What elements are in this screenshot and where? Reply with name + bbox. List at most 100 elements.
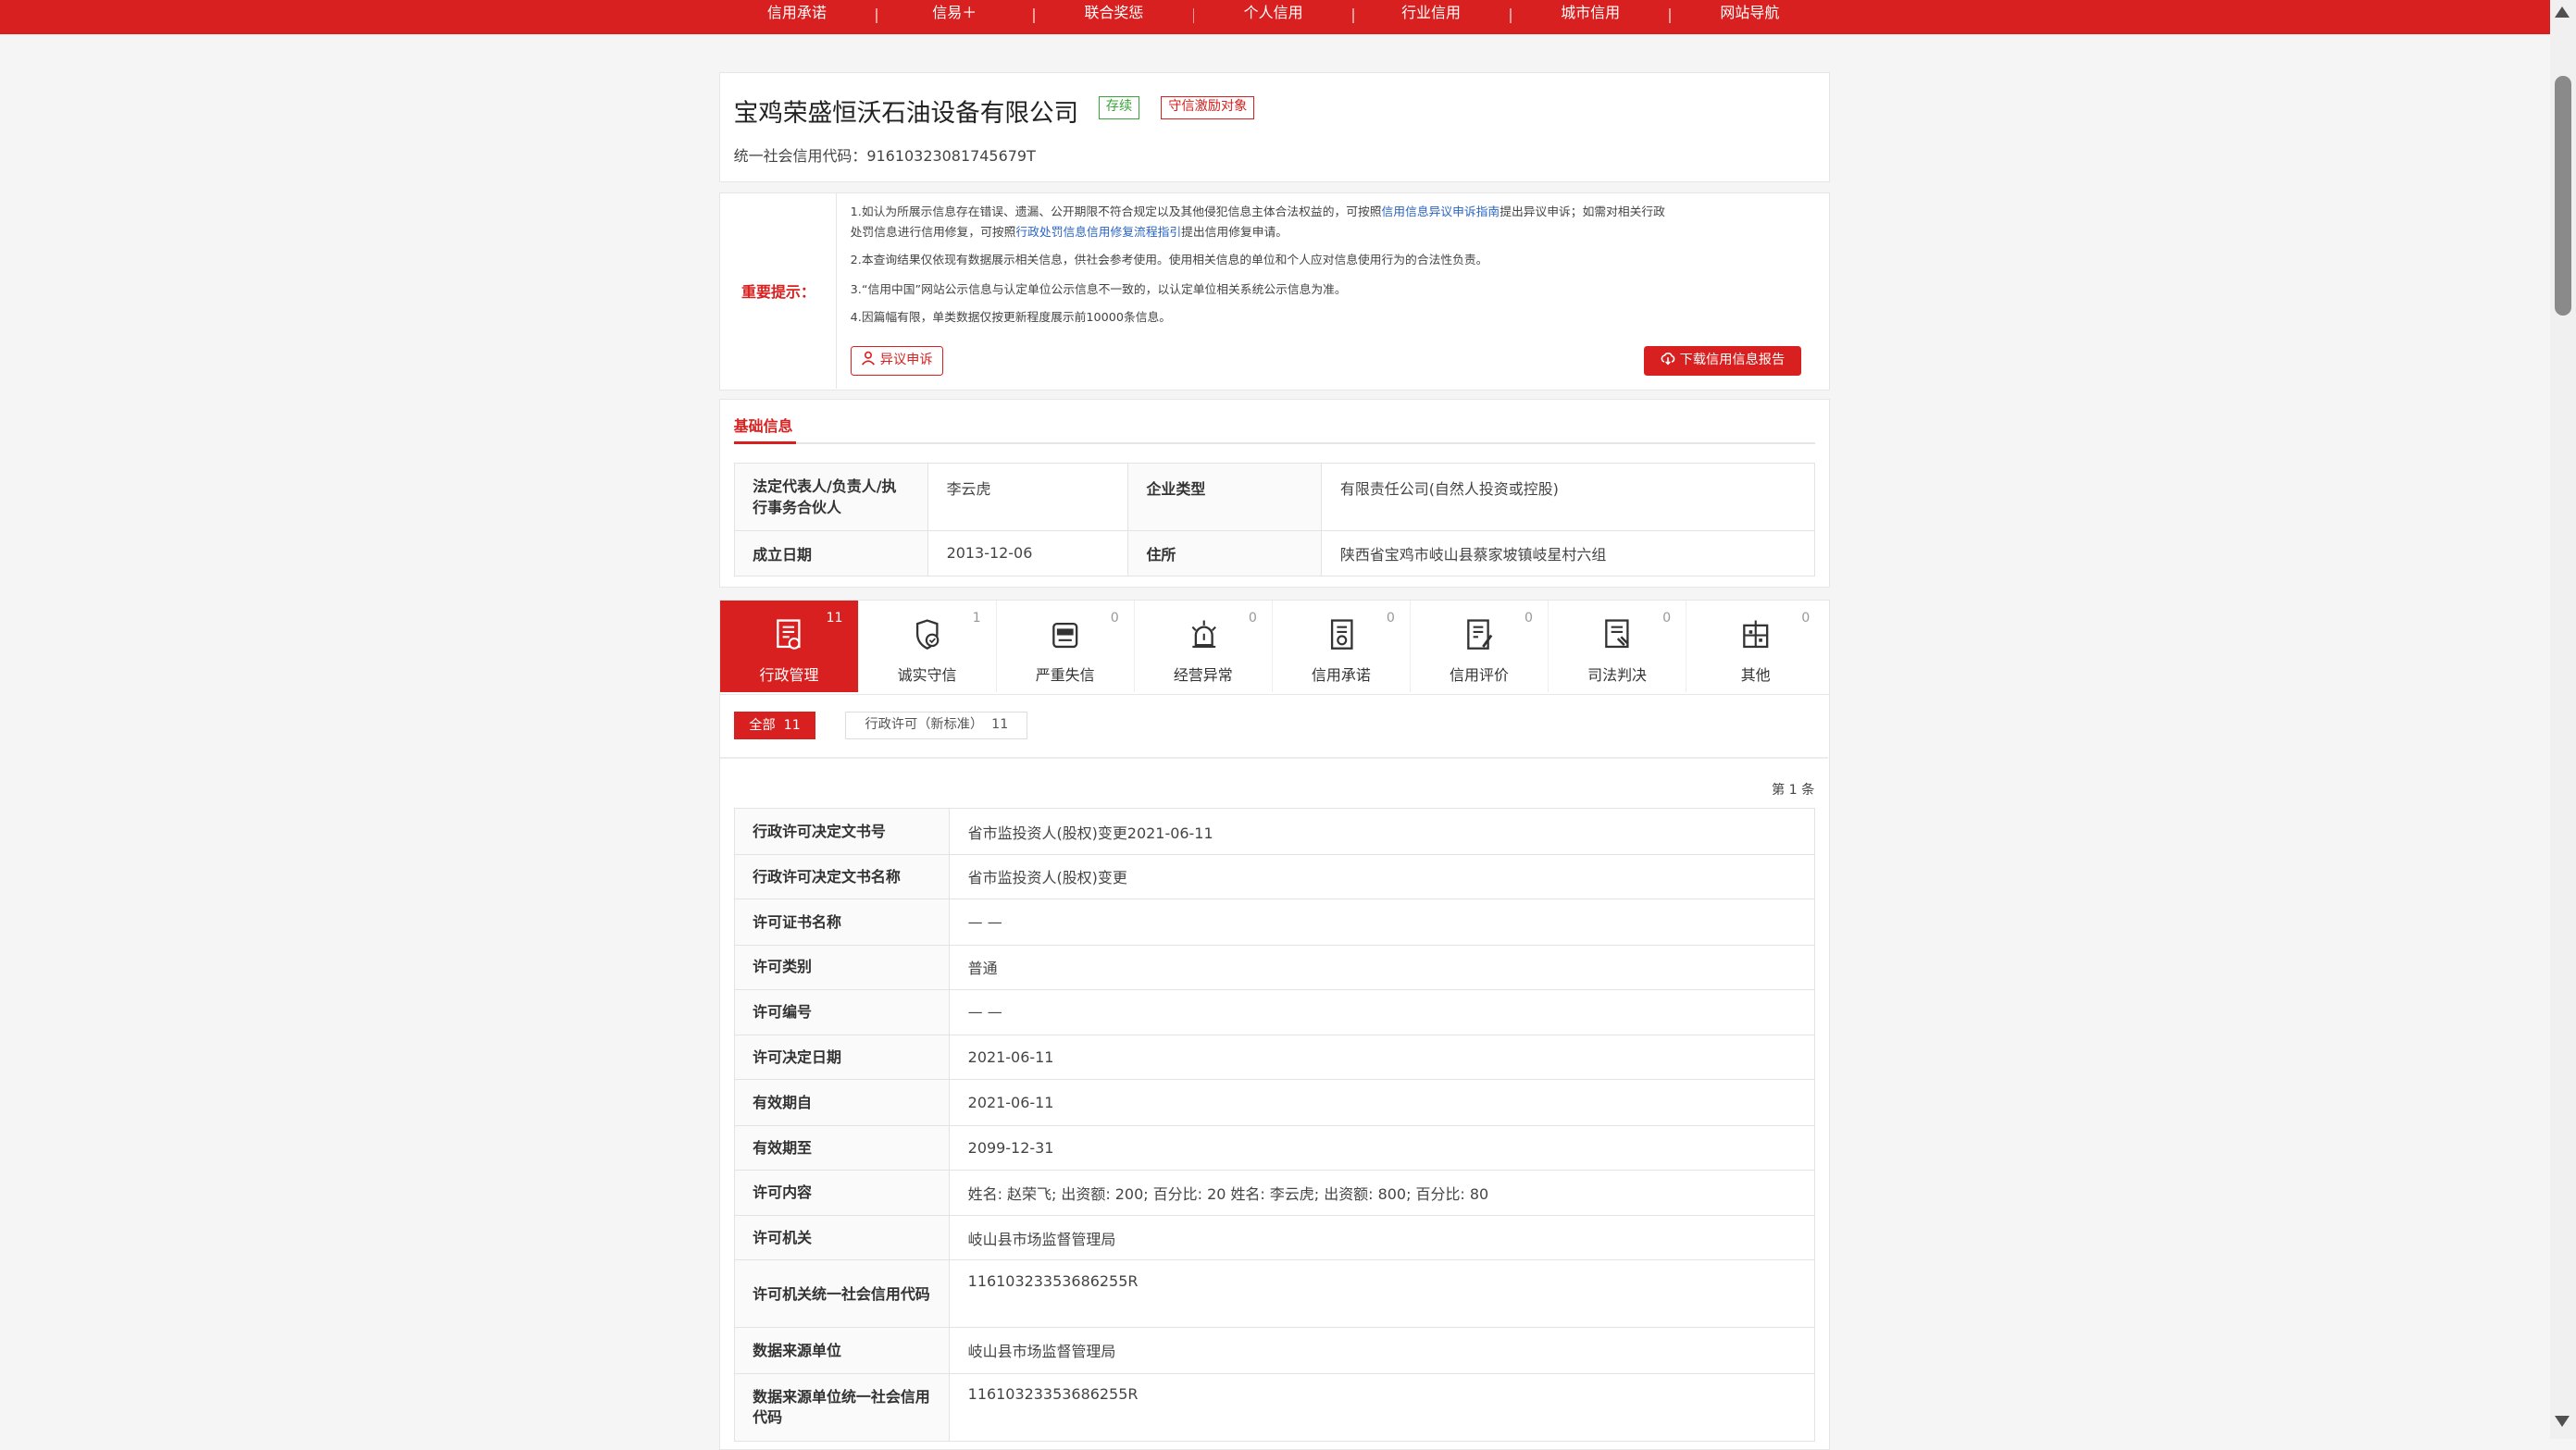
company-header: 宝鸡荣盛恒沃石油设备有限公司 存续 守信激励对象 统一社会信用代码：916103… xyxy=(719,72,1831,183)
enterprise-type-value: 有限责任公司(自然人投资或控股) xyxy=(1321,462,1815,531)
record-value: 11610323353686255R xyxy=(949,1372,1815,1442)
tab-label: 严重失信 xyxy=(1035,666,1095,685)
nav-separator xyxy=(876,7,877,23)
top-nav: 信用承诺 信易＋ 联合奖惩 个人信用 行业信用 城市信用 网站导航 xyxy=(0,0,2550,35)
tab-serious-dishonesty[interactable]: 0 严重失信 xyxy=(997,600,1135,693)
tab-count: 1 xyxy=(972,610,981,626)
table-row: 许可编号 — — xyxy=(733,988,1815,1036)
tab-label: 司法判决 xyxy=(1587,666,1648,685)
tab-label: 经营异常 xyxy=(1173,666,1233,685)
tab-label: 信用评价 xyxy=(1450,666,1509,685)
dispute-button[interactable]: 异议申诉 xyxy=(850,345,944,376)
record-value: 岐山县市场监督管理局 xyxy=(949,1215,1815,1261)
nav-item-city-credit[interactable]: 城市信用 xyxy=(1561,0,1620,34)
user-appeal-icon xyxy=(862,351,876,366)
table-row: 行政许可决定文书名称 省市监投资人(股权)变更 xyxy=(733,853,1815,899)
record-value: 姓名: 赵荣飞; 出资额: 200; 百分比: 20 姓名: 李云虎; 出资额:… xyxy=(949,1169,1815,1217)
nav-separator xyxy=(1669,7,1672,23)
basic-info-panel: 基础信息 法定代表人/负责人/执行事务合伙人 李云虎 企业类型 有限责任公司(自… xyxy=(719,399,1831,589)
notice-line-3: 2.本查询结果仅依现有数据展示相关信息，供社会参考使用。使用相关信息的单位和个人… xyxy=(850,253,1488,267)
scroll-up-arrow-icon[interactable] xyxy=(2555,6,2570,19)
tab-credit-promise[interactable]: 0 信用承诺 xyxy=(1273,600,1411,693)
record-key: 数据来源单位 xyxy=(733,1327,951,1374)
filter-license-count: 11 xyxy=(991,716,1009,732)
founded-date-value: 2013-12-06 xyxy=(927,529,1128,577)
nav-item-joint-rewards[interactable]: 联合奖惩 xyxy=(1084,0,1143,34)
tab-count: 0 xyxy=(1386,610,1395,626)
record-key: 有效期自 xyxy=(733,1079,951,1126)
scrollbar-thumb[interactable] xyxy=(2555,75,2571,316)
status-badge: 存续 xyxy=(1098,95,1140,119)
other-icon xyxy=(1743,620,1769,648)
tab-credit-evaluation[interactable]: 0 信用评价 xyxy=(1411,600,1549,693)
tab-business-abnormal[interactable]: 0 经营异常 xyxy=(1135,600,1273,693)
record-value: — — xyxy=(949,988,1815,1036)
notice-label: 重要提示： xyxy=(720,192,838,389)
filter-all[interactable]: 全部 11 xyxy=(733,711,816,739)
enterprise-type-label: 企业类型 xyxy=(1126,462,1323,531)
download-button-label: 下载信用信息报告 xyxy=(1679,352,1786,367)
nav-separator xyxy=(1351,7,1354,23)
nav-item-credit-promise[interactable]: 信用承诺 xyxy=(767,0,827,34)
record-key: 许可机关统一社会信用代码 xyxy=(733,1259,951,1329)
record-key: 许可编号 xyxy=(733,988,951,1036)
tab-label: 行政管理 xyxy=(759,666,819,685)
admin-document-icon xyxy=(777,619,801,650)
tab-admin-management[interactable]: 11 行政管理 xyxy=(720,600,859,693)
table-row: 成立日期 2013-12-06 住所 陕西省宝鸡市岐山县蔡家坡镇岐星村六组 xyxy=(733,529,1815,577)
record-key: 行政许可决定文书名称 xyxy=(733,853,951,899)
tab-judicial-judgment[interactable]: 0 司法判决 xyxy=(1549,600,1687,693)
table-row: 许可决定日期 2021-06-11 xyxy=(733,1035,1815,1081)
tab-other[interactable]: 0 其他 xyxy=(1686,601,1824,692)
record-value: — — xyxy=(949,898,1815,946)
record-key: 数据来源单位统一社会信用代码 xyxy=(733,1372,951,1442)
nav-separator xyxy=(1510,7,1512,23)
record-key: 许可机关 xyxy=(733,1215,951,1261)
download-report-button[interactable]: 下载信用信息报告 xyxy=(1643,345,1802,376)
nav-item-xinyi[interactable]: 信易＋ xyxy=(932,0,977,34)
legal-rep-label-text: 法定代表人/负责人/执行事务合伙人 xyxy=(753,477,897,516)
credit-repair-guide-link[interactable]: 行政处罚信息信用修复流程指引 xyxy=(1015,226,1181,240)
record-value: 2099-12-31 xyxy=(949,1124,1815,1171)
notice-text: 提出信用修复申请。 xyxy=(1181,225,1288,240)
tab-label: 诚实守信 xyxy=(897,666,957,685)
credit-code-label: 统一社会信用代码： xyxy=(733,147,867,166)
table-row: 许可机关 岐山县市场监督管理局 xyxy=(733,1215,1815,1261)
tab-count: 0 xyxy=(1801,610,1811,626)
record-value: 2021-06-11 xyxy=(949,1079,1815,1126)
record-value: 普通 xyxy=(949,944,1815,990)
filter-admin-license[interactable]: 行政许可（新标准） 11 xyxy=(845,711,1028,739)
founded-date-label: 成立日期 xyxy=(733,529,929,577)
record-value: 2021-06-11 xyxy=(949,1035,1815,1081)
notice-line-5: 4.因篇幅有限，单类数据仅按更新程度展示前10000条信息。 xyxy=(850,310,1172,325)
record-value: 省市监投资人(股权)变更 xyxy=(949,853,1815,899)
nav-item-industry-credit[interactable]: 行业信用 xyxy=(1401,0,1461,34)
basic-info-table: 法定代表人/负责人/执行事务合伙人 李云虎 企业类型 有限责任公司(自然人投资或… xyxy=(733,462,1815,577)
nav-separator xyxy=(1192,7,1195,23)
table-row: 有效期自 2021-06-11 xyxy=(733,1079,1815,1126)
nav-item-personal-credit[interactable]: 个人信用 xyxy=(1244,0,1303,34)
record-key: 许可内容 xyxy=(733,1169,951,1217)
address-label: 住所 xyxy=(1126,529,1323,577)
table-row: 法定代表人/负责人/执行事务合伙人 李云虎 企业类型 有限责任公司(自然人投资或… xyxy=(733,462,1815,531)
record-key: 有效期至 xyxy=(733,1124,951,1171)
download-cloud-icon xyxy=(1661,352,1675,366)
address-value: 陕西省宝鸡市岐山县蔡家坡镇岐星村六组 xyxy=(1321,529,1815,577)
dispute-guide-link[interactable]: 信用信息异议申诉指南 xyxy=(1382,205,1500,219)
alarm-icon xyxy=(1191,620,1216,648)
nav-item-site-nav[interactable]: 网站导航 xyxy=(1720,0,1779,34)
record-value: 岐山县市场监督管理局 xyxy=(949,1327,1815,1374)
vertical-scrollbar[interactable] xyxy=(2549,0,2576,1439)
record-index: 第 1 条 xyxy=(1771,783,1815,799)
honor-badge: 守信激励对象 xyxy=(1161,95,1255,119)
tab-honesty[interactable]: 1 诚实守信 xyxy=(859,600,997,693)
scroll-down-arrow-icon[interactable] xyxy=(2555,1416,2570,1427)
record-key: 许可决定日期 xyxy=(733,1035,951,1081)
notice-line-2: 处罚信息进行信用修复，可按照行政处罚信息信用修复流程指引提出信用修复申请。 xyxy=(851,223,1288,242)
table-row: 许可内容 姓名: 赵荣飞; 出资额: 200; 百分比: 20 姓名: 李云虎; … xyxy=(733,1169,1815,1217)
legal-rep-label: 法定代表人/负责人/执行事务合伙人 xyxy=(733,462,929,531)
tab-count: 0 xyxy=(1524,610,1534,626)
legal-rep-value: 李云虎 xyxy=(927,462,1128,531)
record-key: 行政许可决定文书号 xyxy=(733,808,951,855)
promise-document-icon xyxy=(1330,619,1353,650)
